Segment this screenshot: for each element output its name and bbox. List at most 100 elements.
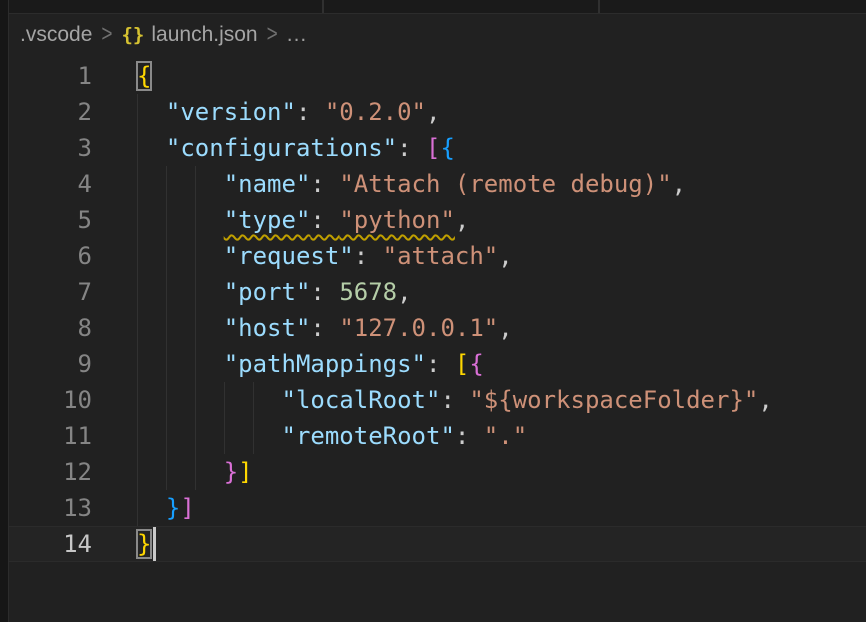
line-number[interactable]: 3 — [9, 130, 92, 166]
line-body[interactable]: "version": "0.2.0", — [92, 94, 866, 130]
chevron-right-icon: > — [101, 21, 112, 49]
indent-guide — [195, 238, 196, 274]
code-line[interactable]: 9 "pathMappings": [{ — [9, 346, 866, 382]
token-b2: { — [469, 350, 483, 378]
token-str: "." — [484, 422, 527, 450]
code-editor[interactable]: 1{2 "version": "0.2.0",3 "configurations… — [9, 54, 866, 622]
line-body[interactable]: "request": "attach", — [92, 238, 866, 274]
line-body[interactable]: "port": 5678, — [92, 274, 866, 310]
token-ws — [137, 242, 224, 270]
indent-guide — [137, 310, 138, 346]
code-text: "name": "Attach (remote debug)", — [137, 166, 686, 202]
code-line[interactable]: 10 "localRoot": "${workspaceFolder}", — [9, 382, 866, 418]
indent-guide — [195, 346, 196, 382]
code-line[interactable]: 13 }] — [9, 490, 866, 526]
token-b3: } — [166, 494, 180, 522]
line-number[interactable]: 6 — [9, 238, 92, 274]
line-number[interactable]: 13 — [9, 490, 92, 526]
indent-guide — [166, 166, 167, 202]
indent-guide — [195, 382, 196, 418]
code-line[interactable]: 7 "port": 5678, — [9, 274, 866, 310]
line-number[interactable]: 10 — [9, 382, 92, 418]
code-text: } — [137, 526, 151, 562]
token-pun: , — [455, 206, 469, 234]
token-ws — [137, 314, 224, 342]
token-pun: : — [455, 422, 484, 450]
token-key: "request" — [224, 242, 354, 270]
code-line[interactable]: 8 "host": "127.0.0.1", — [9, 310, 866, 346]
breadcrumb-symbol-ellipsis[interactable]: ... — [287, 23, 308, 47]
line-number[interactable]: 5 — [9, 202, 92, 238]
token-ws — [137, 494, 166, 522]
token-key: "localRoot" — [282, 386, 441, 414]
code-line[interactable]: 14} — [9, 526, 866, 562]
breadcrumb-file[interactable]: launch.json — [151, 23, 257, 47]
indent-guide — [137, 490, 138, 526]
code-line[interactable]: 3 "configurations": [{ — [9, 130, 866, 166]
code-line[interactable]: 2 "version": "0.2.0", — [9, 94, 866, 130]
indent-guide — [137, 418, 138, 454]
line-body[interactable]: "remoteRoot": "." — [92, 418, 866, 454]
token-str: "0.2.0" — [325, 98, 426, 126]
indent-guide — [137, 274, 138, 310]
token-ws — [137, 170, 224, 198]
line-number[interactable]: 4 — [9, 166, 92, 202]
indent-guide — [195, 454, 196, 490]
token-str: "attach" — [383, 242, 499, 270]
token-pun: : — [354, 242, 383, 270]
indent-guide — [166, 202, 167, 238]
token-str: "python" — [339, 206, 455, 234]
code-text: "port": 5678, — [137, 274, 412, 310]
line-body[interactable]: "pathMappings": [{ — [92, 346, 866, 382]
indent-guide — [137, 346, 138, 382]
token-pun: : — [426, 350, 455, 378]
line-body[interactable]: "localRoot": "${workspaceFolder}", — [92, 382, 866, 418]
token-b2: } — [224, 458, 238, 486]
tab-divider — [322, 0, 324, 13]
code-line[interactable]: 12 }] — [9, 454, 866, 490]
code-line[interactable]: 1{ — [9, 58, 866, 94]
line-number[interactable]: 9 — [9, 346, 92, 382]
token-ws — [137, 98, 166, 126]
line-number[interactable]: 1 — [9, 58, 92, 94]
indent-guide — [195, 418, 196, 454]
token-key: "version" — [166, 98, 296, 126]
breadcrumb-folder[interactable]: .vscode — [20, 23, 92, 47]
tab-divider — [598, 0, 600, 13]
token-pun: , — [498, 242, 512, 270]
indent-guide — [224, 382, 225, 418]
line-body[interactable]: }] — [92, 454, 866, 490]
line-number[interactable]: 14 — [9, 526, 92, 562]
code-line[interactable]: 6 "request": "attach", — [9, 238, 866, 274]
indent-guide — [166, 382, 167, 418]
indent-guide — [166, 310, 167, 346]
token-ws — [137, 350, 224, 378]
token-key: "port" — [224, 278, 311, 306]
token-pun: : — [310, 206, 339, 234]
token-pun: , — [426, 98, 440, 126]
line-number[interactable]: 8 — [9, 310, 92, 346]
tab-bar[interactable] — [9, 0, 866, 14]
line-body[interactable]: "name": "Attach (remote debug)", — [92, 166, 866, 202]
line-number[interactable]: 11 — [9, 418, 92, 454]
token-str: "127.0.0.1" — [339, 314, 498, 342]
indent-guide — [137, 166, 138, 202]
line-body[interactable]: "type": "python", — [92, 202, 866, 238]
line-body[interactable]: "configurations": [{ — [92, 130, 866, 166]
line-body[interactable]: "host": "127.0.0.1", — [92, 310, 866, 346]
line-number[interactable]: 7 — [9, 274, 92, 310]
line-number[interactable]: 2 — [9, 94, 92, 130]
line-body[interactable]: { — [92, 58, 866, 94]
token-str: "Attach (remote debug)" — [339, 170, 671, 198]
indent-guide — [137, 382, 138, 418]
code-text: "localRoot": "${workspaceFolder}", — [137, 382, 773, 418]
line-body[interactable]: } — [92, 526, 866, 562]
line-body[interactable]: }] — [92, 490, 866, 526]
line-number[interactable]: 12 — [9, 454, 92, 490]
text-cursor — [153, 527, 156, 561]
indent-guide — [166, 418, 167, 454]
token-ws — [137, 206, 224, 234]
code-line[interactable]: 5 "type": "python", — [9, 202, 866, 238]
code-line[interactable]: 4 "name": "Attach (remote debug)", — [9, 166, 866, 202]
code-line[interactable]: 11 "remoteRoot": "." — [9, 418, 866, 454]
